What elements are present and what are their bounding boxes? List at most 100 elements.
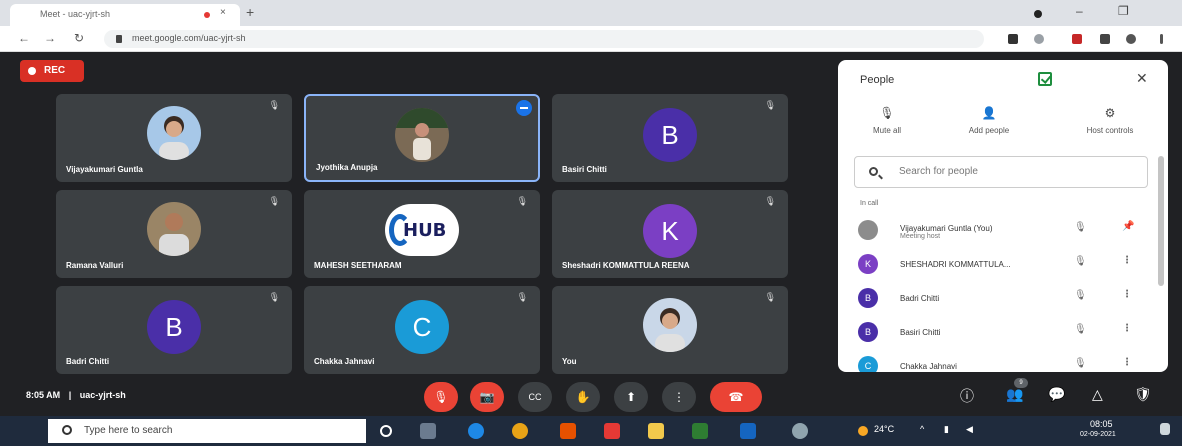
activities-button[interactable]: △ <box>1092 386 1103 403</box>
mic-off-icon[interactable]: 🎙 <box>1074 222 1087 233</box>
raise-hand-button[interactable]: ✋ <box>566 382 600 412</box>
mic-off-icon: 🎙 <box>268 100 280 110</box>
browser-tabstrip: Meet - uac-yjrt-sh × + – ❐ <box>0 0 1182 26</box>
participant-row[interactable]: B Badri Chitti 🎙 ⋮ <box>838 284 1158 314</box>
weather-text[interactable]: 24°C <box>874 424 894 434</box>
panel-title: People <box>860 74 895 86</box>
participant-name: Ramana Valluri <box>66 261 124 270</box>
panel-scrollbar[interactable] <box>1158 156 1164 286</box>
action-label: Mute all <box>872 126 901 135</box>
recording-indicator-icon <box>204 12 210 18</box>
participant-tile-self[interactable]: 🎙 You <box>552 286 788 374</box>
captions-button[interactable]: CC <box>518 382 552 412</box>
participant-name: Chakka Jahnavi <box>314 357 375 366</box>
avatar-icon[interactable] <box>1126 34 1136 44</box>
more-options-icon[interactable]: ⋮ <box>1122 323 1132 334</box>
meeting-separator: | <box>68 390 72 400</box>
recording-badge: REC <box>20 60 84 82</box>
clock-date[interactable]: 02-09-2021 <box>1080 431 1116 438</box>
tray-chevron-icon[interactable]: ^ <box>920 424 924 434</box>
participant-name: Sheshadri KOMMATTULA REENA <box>562 261 690 270</box>
profile-dot-icon[interactable] <box>1034 10 1042 18</box>
action-label: Host controls <box>1086 126 1134 135</box>
participant-row-role: Meeting host <box>900 233 941 240</box>
address-bar[interactable]: meet.google.com/uac-yjrt-sh <box>104 30 984 48</box>
camera-extension-icon[interactable] <box>1008 34 1018 44</box>
minimize-button[interactable]: – <box>1076 4 1083 18</box>
extension-red-icon[interactable] <box>1072 34 1082 44</box>
participant-tile[interactable]: 🎙 Vijayakumari Guntla <box>56 94 292 182</box>
clock-time[interactable]: 08:05 <box>1090 419 1113 429</box>
chat-button[interactable]: 💬 <box>1048 386 1065 403</box>
more-options-icon[interactable]: ⋮ <box>1122 255 1132 266</box>
info-button[interactable]: ⓘ <box>960 386 974 406</box>
participant-row[interactable]: C Chakka Jahnavi 🎙 ⋮ <box>838 352 1158 372</box>
meet-stage: REC 🎙 Vijayakumari Guntla Jyothika Anupj… <box>0 52 1182 416</box>
people-button[interactable]: 👥 <box>1006 386 1023 403</box>
volume-icon[interactable]: ◀ <box>966 424 973 435</box>
powerpoint-icon[interactable] <box>604 423 620 439</box>
participant-row[interactable]: B Basiri Chitti 🎙 ⋮ <box>838 318 1158 348</box>
cortana-icon[interactable] <box>380 425 392 437</box>
notifications-icon[interactable] <box>1160 423 1170 435</box>
participant-tile[interactable]: 🎙 C Chakka Jahnavi <box>304 286 540 374</box>
mic-off-icon[interactable]: 🎙 <box>1074 324 1087 335</box>
back-button[interactable]: ← <box>18 31 30 45</box>
more-options-icon[interactable]: ⋮ <box>1122 357 1132 368</box>
close-tab-icon[interactable]: × <box>220 7 226 18</box>
participant-name: Jyothika Anupja <box>316 163 378 172</box>
close-panel-button[interactable]: ✕ <box>1136 70 1148 87</box>
meeting-details: 8:05 AM | uac-yjrt-sh <box>26 390 126 400</box>
participant-row[interactable]: K SHESHADRI KOMMATTULA... 🎙 ⋮ <box>838 250 1158 280</box>
network-icon[interactable]: ▮ <box>944 424 949 435</box>
participant-tile[interactable]: 🎙 B Badri Chitti <box>56 286 292 374</box>
mic-off-icon: 🎙 <box>268 196 280 206</box>
new-tab-button[interactable]: + <box>246 4 254 20</box>
host-controls-button[interactable]: ⚙ Host controls <box>1058 106 1162 146</box>
forward-button[interactable]: → <box>44 31 56 45</box>
mute-all-button[interactable]: 🎙 Mute all <box>842 106 932 146</box>
search-people-input[interactable]: Search for people <box>854 156 1148 188</box>
host-controls-icon: ⚙ <box>1104 106 1116 120</box>
file-explorer-icon[interactable] <box>648 423 664 439</box>
edge-icon[interactable] <box>468 423 484 439</box>
more-options-icon[interactable]: ⋮ <box>1122 289 1132 300</box>
mic-off-icon[interactable]: 🎙 <box>1074 256 1087 267</box>
present-button[interactable]: ⬆ <box>614 382 648 412</box>
mic-off-icon[interactable]: 🎙 <box>1074 358 1087 369</box>
menu-dots-icon[interactable] <box>1160 34 1163 44</box>
more-options-button[interactable]: ⋮ <box>662 382 696 412</box>
excel-icon[interactable] <box>692 423 708 439</box>
browser-tab-meet[interactable]: Meet - uac-yjrt-sh × <box>10 4 240 26</box>
participant-row[interactable]: Vijayakumari Guntla (You) Meeting host 🎙… <box>838 216 1158 246</box>
participant-tile-active[interactable]: Jyothika Anupja <box>304 94 540 182</box>
add-people-button[interactable]: 👤 Add people <box>944 106 1034 146</box>
avatar: B <box>858 288 878 308</box>
reload-button[interactable]: ↻ <box>74 31 84 45</box>
participant-tile[interactable]: 🎙 B Basiri Chitti <box>552 94 788 182</box>
url-text: meet.google.com/uac-yjrt-sh <box>132 33 246 43</box>
task-view-icon[interactable] <box>420 423 436 439</box>
participant-tile[interactable]: 🎙 Ramana Valluri <box>56 190 292 278</box>
chrome-icon[interactable] <box>512 423 528 439</box>
pin-icon[interactable]: 📌 <box>1122 221 1134 232</box>
maximize-button[interactable]: ❐ <box>1118 4 1129 18</box>
checkbox-icon[interactable] <box>1038 72 1052 86</box>
star-icon[interactable] <box>1034 34 1044 44</box>
avatar: B <box>147 300 201 354</box>
participant-tile[interactable]: 🎙 K Sheshadri KOMMATTULA REENA <box>552 190 788 278</box>
host-controls-shield-button[interactable]: 🛡 <box>1134 386 1152 403</box>
avatar <box>858 220 878 240</box>
mic-off-icon[interactable]: 🎙 <box>1074 290 1087 301</box>
participant-row-name: SHESHADRI KOMMATTULA... <box>900 260 1011 269</box>
participant-photo <box>395 108 449 162</box>
extensions-puzzle-icon[interactable] <box>1100 34 1110 44</box>
taskbar-search-input[interactable]: Type here to search <box>48 419 366 443</box>
participant-tile[interactable]: 🎙 HUB MAHESH SEETHARAM <box>304 190 540 278</box>
app-icon[interactable] <box>792 423 808 439</box>
camera-toggle-button[interactable]: 📷 <box>470 382 504 412</box>
hangup-button[interactable]: ☎ <box>710 382 762 412</box>
word-icon[interactable] <box>740 423 756 439</box>
mic-toggle-button[interactable]: 🎙 <box>424 382 458 412</box>
firefox-icon[interactable] <box>560 423 576 439</box>
